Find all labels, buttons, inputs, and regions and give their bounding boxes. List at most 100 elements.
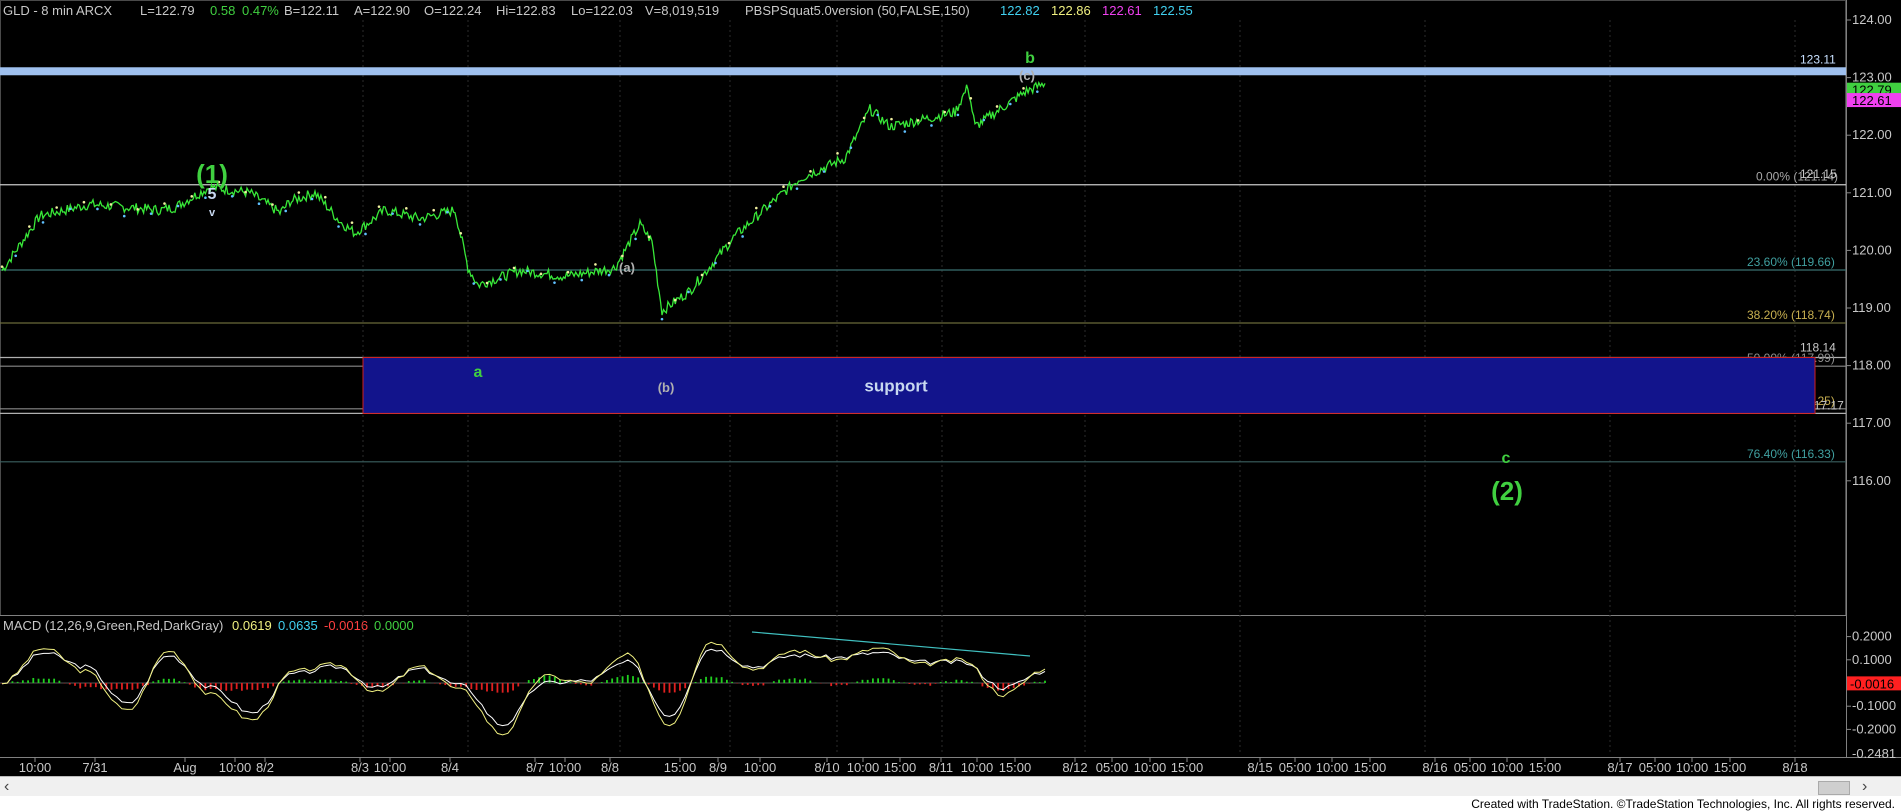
wave-label: c xyxy=(1502,450,1511,467)
macd-axis-label: 0.1000 xyxy=(1852,652,1892,667)
macd-header: MACD (12,26,9,Green,Red,DarkGray) 0.0619… xyxy=(3,618,414,633)
time-axis-label: 10:00 xyxy=(1134,760,1167,775)
histogram-bar xyxy=(355,683,358,685)
pivot-dot xyxy=(405,207,408,210)
time-axis-label: 15:00 xyxy=(1171,760,1204,775)
price-tag-label: 122.61 xyxy=(1852,93,1892,108)
histogram-bar xyxy=(705,676,707,683)
histogram-bar xyxy=(903,682,906,683)
support-zone xyxy=(362,357,1816,414)
histogram-bar xyxy=(804,678,807,683)
pivot-dot xyxy=(122,214,126,218)
horizontal-scrollbar[interactable]: ‹ › xyxy=(0,776,1901,797)
level-label: 123.11 xyxy=(1800,52,1836,66)
price-axis-label: 117.00 xyxy=(1852,415,1891,430)
histogram-bar xyxy=(1044,680,1046,683)
histogram-bar xyxy=(517,683,520,687)
histogram-bar xyxy=(512,683,514,691)
wave-label: a xyxy=(474,364,483,381)
price-axis-label: 124.00 xyxy=(1852,12,1892,27)
price-axis-label: 116.00 xyxy=(1852,473,1891,488)
histogram-bar xyxy=(626,674,629,683)
histogram-bar xyxy=(298,679,301,683)
level-label: 38.20% (118.74) xyxy=(1747,308,1835,322)
pivot-dot xyxy=(14,254,17,258)
histogram-bar xyxy=(84,683,87,687)
pivot-dot xyxy=(768,204,772,208)
time-axis-label: 15:00 xyxy=(1529,760,1562,775)
histogram-bar xyxy=(699,679,702,683)
wave-label: b xyxy=(1025,50,1035,67)
histogram-bar xyxy=(835,683,838,686)
pivot-dot xyxy=(149,212,153,215)
high-price: Hi=122.83 xyxy=(496,3,556,18)
pivot-dot xyxy=(621,254,624,258)
histogram-bar xyxy=(444,683,447,686)
histogram-bar xyxy=(110,683,113,690)
histogram-bar xyxy=(293,680,295,683)
time-axis-label: 10:00 xyxy=(19,760,52,775)
pivot-dot xyxy=(876,113,879,117)
histogram-bar xyxy=(908,683,911,684)
pivot-dot xyxy=(96,207,99,211)
time-axis-label: 10:00 xyxy=(1316,760,1349,775)
time-axis-label: 10:00 xyxy=(219,760,252,775)
pivot-dot xyxy=(890,117,893,121)
time-axis-label: Aug xyxy=(173,760,196,775)
histogram-bar xyxy=(345,681,348,683)
price-axis-label: 120.00 xyxy=(1852,242,1892,257)
scrollbar-thumb[interactable] xyxy=(1818,781,1850,795)
time-axis-label: 15:00 xyxy=(1354,760,1387,775)
chart-canvas[interactable]: GLD - 8 min ARCX L=122.79 0.58 0.47% B=1… xyxy=(0,0,1901,776)
scroll-right-arrow-icon[interactable]: › xyxy=(1862,777,1876,797)
histogram-bar xyxy=(647,683,650,685)
histogram-bar xyxy=(997,683,999,691)
histogram-bar xyxy=(439,683,441,685)
time-axis-label: 8/15 xyxy=(1247,760,1272,775)
time-axis-label: 15:00 xyxy=(1714,760,1747,775)
price-panel-border xyxy=(0,0,1846,616)
histogram-bar xyxy=(470,683,473,690)
histogram-bar xyxy=(27,680,29,683)
histogram-bar xyxy=(877,678,880,683)
pivot-dot xyxy=(271,203,274,206)
time-axis-label: 8/2 xyxy=(256,760,274,775)
histogram-bar xyxy=(308,681,311,683)
histogram-bar xyxy=(240,683,243,691)
scroll-left-arrow-icon[interactable]: ‹ xyxy=(4,777,18,797)
histogram-bar xyxy=(632,676,634,683)
pivot-dot xyxy=(687,290,690,294)
time-axis-label: 10:00 xyxy=(549,760,582,775)
pivot-dot xyxy=(244,190,247,194)
pivot-dot xyxy=(377,205,381,208)
histogram-bar xyxy=(679,683,681,691)
resistance-band xyxy=(0,67,1846,76)
histogram-bar xyxy=(830,683,833,687)
histogram-bar xyxy=(939,682,942,683)
pivot-dot xyxy=(28,225,31,228)
price-axis-label: 121.00 xyxy=(1852,185,1892,200)
histogram-bar xyxy=(480,683,483,690)
pivot-dot xyxy=(1036,90,1039,93)
pivot-dot xyxy=(176,204,180,208)
histogram-bar xyxy=(778,679,780,683)
histogram-bar xyxy=(506,683,509,693)
pivot-dot xyxy=(323,195,327,199)
histogram-bar xyxy=(548,675,551,683)
histogram-bar xyxy=(136,683,139,689)
pivot-dot xyxy=(594,263,597,266)
low-price: Lo=122.03 xyxy=(571,3,633,18)
histogram-bar xyxy=(1023,683,1026,686)
histogram-bar xyxy=(167,678,170,683)
time-axis-label: 05:00 xyxy=(1096,760,1129,775)
macd-value-1: 0.0619 xyxy=(232,618,272,633)
time-axis-label: 7/31 xyxy=(82,760,107,775)
histogram-bar xyxy=(924,683,926,685)
histogram-bar xyxy=(616,677,619,683)
pivot-dot xyxy=(969,96,973,100)
histogram-bar xyxy=(251,683,254,690)
pivot-dot xyxy=(755,206,758,210)
macd-axis-label: -0.2000 xyxy=(1852,721,1896,736)
histogram-bar xyxy=(741,683,744,686)
macd-line xyxy=(1,641,1046,736)
